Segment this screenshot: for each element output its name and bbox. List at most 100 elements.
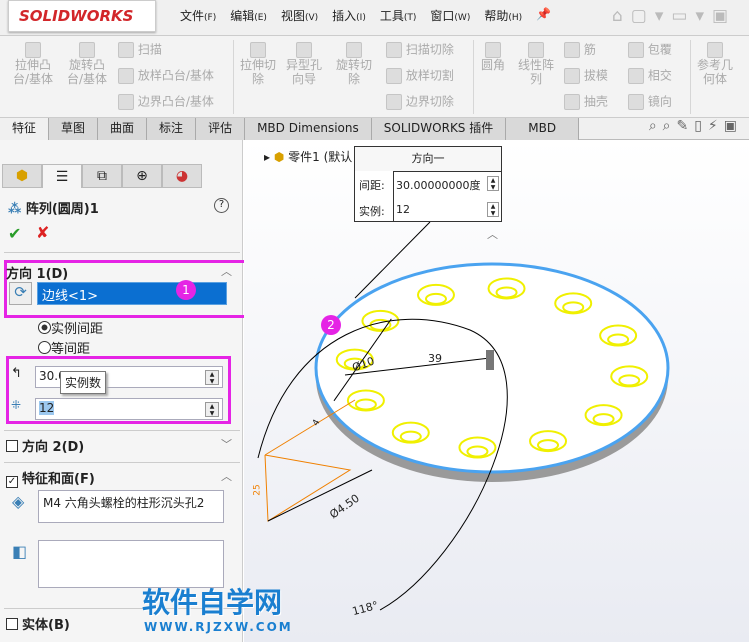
cancel-button[interactable]: ✘ <box>36 223 49 242</box>
mirror-button[interactable]: 镜向 <box>628 94 672 110</box>
callout-badge-2: 2 <box>321 315 341 335</box>
intersect-icon <box>628 68 644 84</box>
help-icon[interactable]: ? <box>214 198 229 213</box>
divider <box>4 462 240 463</box>
linear-pattern-button[interactable]: 线性阵列 <box>514 42 558 86</box>
faces-list[interactable] <box>38 540 224 588</box>
extrude-boss-button[interactable]: 拉伸凸台/基体 <box>8 42 58 86</box>
property-manager-tab[interactable]: ☰ <box>42 164 82 188</box>
boundary-icon <box>118 94 134 110</box>
count-spinner[interactable]: ▲ ▼ <box>205 402 219 417</box>
menu-edit[interactable]: 编辑(E) <box>230 7 267 24</box>
extrude-cut-button[interactable]: 拉伸切除 <box>238 42 278 86</box>
features-icon: ◈ <box>12 492 25 511</box>
feature-title: ⁂ 阵列(圆周)1 <box>8 202 99 217</box>
graphics-viewport[interactable]: ▸ ⬢ 零件1 (默认 方向一 间距: 实例: 30.00000000度 ▲ ▼ … <box>244 140 749 642</box>
menu-help[interactable]: 帮助(H) <box>484 7 522 24</box>
collapse-chevron-icon[interactable]: ︿ <box>487 226 498 242</box>
expand-chevron-icon[interactable]: ﹀ <box>221 436 232 452</box>
features-checkbox[interactable]: ✓ <box>6 476 18 488</box>
collapse-chevron-icon[interactable]: ︿ <box>221 468 232 484</box>
menu-view[interactable]: 视图(V) <box>281 7 318 24</box>
revolve-cut-button[interactable]: 旋转切除 <box>334 42 374 86</box>
tab-addins[interactable]: SOLIDWORKS 插件 <box>371 118 507 140</box>
angle-spinner[interactable]: ▲ ▼ <box>205 370 219 385</box>
divider <box>690 40 691 114</box>
menu-tools[interactable]: 工具(T) <box>380 7 417 24</box>
panel-tabs: ⬢ ☰ ⧉ ⊕ ◕ <box>2 164 202 188</box>
part-icon: ⬢ <box>273 150 285 164</box>
feature-tree-root[interactable]: ▸ ⬢ 零件1 (默认 <box>264 148 352 165</box>
tab-mbd-dimensions[interactable]: MBD Dimensions <box>245 118 372 140</box>
loft-cut-button[interactable]: 放样切割 <box>386 68 454 84</box>
revolve-cut-icon <box>346 42 362 58</box>
direction2-toggle[interactable]: 方向 2(D) <box>6 436 84 455</box>
triad-icon <box>486 350 494 370</box>
hole-wizard-button[interactable]: 异型孔向导 <box>284 42 324 86</box>
instance-spacing-radio[interactable]: 实例间距 <box>38 318 103 337</box>
popup-count-input[interactable]: 12 <box>396 203 410 216</box>
bodies-checkbox[interactable] <box>6 618 18 630</box>
tab-annotation[interactable]: 标注 <box>147 118 197 140</box>
divider <box>4 430 240 431</box>
sweep-button[interactable]: 扫描 <box>118 42 162 58</box>
sweep-cut-button[interactable]: 扫描切除 <box>386 42 454 58</box>
features-list[interactable]: M4 六角头螺栓的柱形沉头孔2 <box>38 490 224 523</box>
direction-popup: 方向一 间距: 实例: 30.00000000度 ▲ ▼ 12 ▲ ▼ <box>354 146 502 222</box>
feature-list-item[interactable]: M4 六角头螺栓的柱形沉头孔2 <box>43 496 204 510</box>
popup-count-spinner[interactable]: ▲ ▼ <box>487 202 499 217</box>
bodies-toggle[interactable]: 实体(B) <box>6 614 70 633</box>
boundary-cut-button[interactable]: 边界切除 <box>386 94 454 110</box>
collapse-chevron-icon[interactable]: ︿ <box>221 263 232 279</box>
menu-insert[interactable]: 插入(I) <box>332 7 366 24</box>
menu-window[interactable]: 窗口(W) <box>430 7 470 24</box>
pin-icon[interactable]: 📌 <box>536 7 551 24</box>
pattern-axis-field[interactable]: 边线<1> <box>37 282 227 305</box>
feature-tree-tab[interactable]: ⬢ <box>2 164 42 188</box>
reference-geometry-button[interactable]: 参考几何体 <box>695 42 735 86</box>
dimension-25[interactable]: 25 <box>253 484 263 495</box>
intersect-button[interactable]: 相交 <box>628 68 672 84</box>
dimension-39-label[interactable]: 39 <box>428 352 442 365</box>
draft-button[interactable]: 拔模 <box>564 68 608 84</box>
features-faces-toggle[interactable]: ✓ 特征和面(F) <box>6 468 95 488</box>
hole-wizard-icon <box>296 42 312 58</box>
menu-file[interactable]: 文件(F) <box>180 7 216 24</box>
dimxpert-tab[interactable]: ⊕ <box>122 164 162 188</box>
display-manager-tab[interactable]: ◕ <box>162 164 202 188</box>
revolve-boss-button[interactable]: 旋转凸台/基体 <box>62 42 112 86</box>
faces-icon: ◧ <box>12 542 28 561</box>
view-toolbar-icons[interactable]: ⌕⌕✎▯⚡▣ <box>649 118 749 139</box>
equal-spacing-radio[interactable]: 等间距 <box>38 338 90 357</box>
divider <box>473 40 474 114</box>
command-ribbon: 拉伸凸台/基体 旋转凸台/基体 扫描 放样凸台/基体 边界凸台/基体 拉伸切除 … <box>0 36 749 118</box>
direction2-checkbox[interactable] <box>6 440 18 452</box>
rib-button[interactable]: 筋 <box>564 42 596 58</box>
divider <box>4 252 240 253</box>
wrap-button[interactable]: 包覆 <box>628 42 672 58</box>
reverse-direction-button[interactable]: ⟳ <box>9 282 32 305</box>
shell-button[interactable]: 抽壳 <box>564 94 608 110</box>
boundary-boss-button[interactable]: 边界凸台/基体 <box>118 94 214 110</box>
tab-mbd[interactable]: MBD <box>506 118 580 140</box>
title-bar: SOLIDWORKS 文件(F) 编辑(E) 视图(V) 插入(I) 工具(T)… <box>0 0 749 36</box>
popup-spacing-spinner[interactable]: ▲ ▼ <box>487 176 499 191</box>
menu-bar: 文件(F) 编辑(E) 视图(V) 插入(I) 工具(T) 窗口(W) 帮助(H… <box>180 7 551 24</box>
tab-evaluate[interactable]: 评估 <box>196 118 246 140</box>
extrude-cut-icon <box>250 42 266 58</box>
configuration-tab[interactable]: ⧉ <box>82 164 122 188</box>
instance-count-input[interactable]: 12 ▲ ▼ <box>35 398 223 420</box>
tab-features[interactable]: 特征 <box>0 118 50 140</box>
popup-title: 方向一 <box>355 147 501 171</box>
wrap-icon <box>628 42 644 58</box>
popup-spacing-input[interactable]: 30.00000000度 <box>396 177 480 193</box>
loft-button[interactable]: 放样凸台/基体 <box>118 68 214 84</box>
tab-surfaces[interactable]: 曲面 <box>98 118 148 140</box>
extrude-icon <box>25 42 41 58</box>
fillet-button[interactable]: 圆角 <box>478 42 508 72</box>
loft-icon <box>118 68 134 84</box>
quick-access-icons[interactable]: ⌂▢▾▭▾▣ <box>612 6 736 26</box>
direction1-header[interactable]: 方向 1(D) <box>6 263 68 282</box>
ok-button[interactable]: ✔ <box>8 224 21 243</box>
tab-sketch[interactable]: 草图 <box>49 118 99 140</box>
